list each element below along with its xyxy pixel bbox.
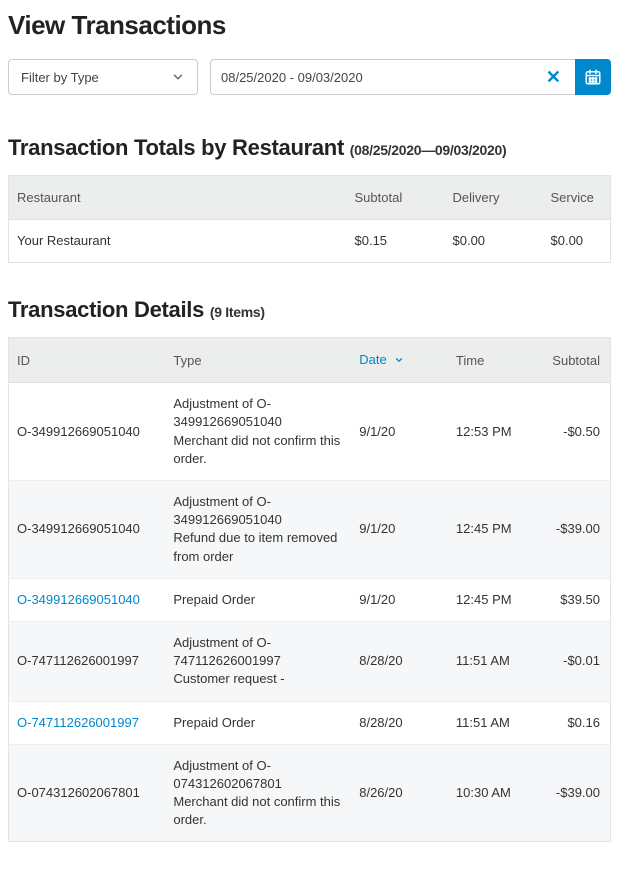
cell-type: Adjustment of O-349912669051040 Refund d… — [165, 481, 351, 579]
table-row: O-349912669051040Adjustment of O-3499126… — [9, 383, 611, 481]
cell-date: 8/26/20 — [351, 744, 448, 842]
cell-type: Prepaid Order — [165, 701, 351, 744]
cell-type: Prepaid Order — [165, 578, 351, 621]
calendar-button[interactable] — [575, 59, 611, 95]
col-restaurant: Restaurant — [9, 176, 347, 220]
totals-table: Restaurant Subtotal Delivery Service You… — [8, 175, 611, 263]
filter-type-label: Filter by Type — [21, 70, 99, 85]
cell-id: O-747112626001997 — [9, 701, 166, 744]
page-title: View Transactions — [8, 10, 611, 41]
cell-date: 9/1/20 — [351, 578, 448, 621]
sort-desc-icon — [394, 353, 404, 368]
calendar-icon — [584, 68, 602, 86]
filter-type-select[interactable]: Filter by Type — [8, 59, 198, 95]
filter-row: Filter by Type ✕ — [8, 59, 611, 95]
clear-date-icon[interactable]: ✕ — [542, 68, 565, 86]
cell-subtotal: -$39.00 — [544, 744, 610, 842]
cell-id: O-349912669051040 — [9, 383, 166, 481]
col-delivery: Delivery — [445, 176, 543, 220]
cell-time: 11:51 AM — [448, 701, 544, 744]
cell-subtotal: $0.15 — [347, 220, 445, 263]
cell-subtotal: -$0.01 — [544, 621, 610, 701]
cell-date: 9/1/20 — [351, 481, 448, 579]
cell-date: 8/28/20 — [351, 701, 448, 744]
cell-time: 12:45 PM — [448, 578, 544, 621]
totals-heading-text: Transaction Totals by Restaurant — [8, 135, 344, 160]
order-link[interactable]: O-349912669051040 — [17, 592, 140, 607]
date-range-group: ✕ — [210, 59, 611, 95]
chevron-down-icon — [171, 70, 185, 84]
cell-subtotal: -$39.00 — [544, 481, 610, 579]
table-row: O-747112626001997 Prepaid Order8/28/2011:… — [9, 701, 611, 744]
col-date-label: Date — [359, 352, 386, 367]
cell-date: 9/1/20 — [351, 383, 448, 481]
col-subtotal: Subtotal — [347, 176, 445, 220]
totals-range: (08/25/2020—09/03/2020) — [350, 142, 507, 158]
cell-id: O-349912669051040 — [9, 578, 166, 621]
table-row: O-074312602067801Adjustment of O-0743126… — [9, 744, 611, 842]
col-service: Service — [543, 176, 611, 220]
cell-type: Adjustment of O-349912669051040 Merchant… — [165, 383, 351, 481]
table-row: O-349912669051040 Prepaid Order9/1/2012:4… — [9, 578, 611, 621]
details-table: ID Type Date Time Subtotal O-34991266905… — [8, 337, 611, 842]
cell-type: Adjustment of O-747112626001997 Customer… — [165, 621, 351, 701]
date-range-input-wrap: ✕ — [210, 59, 575, 95]
cell-id: O-349912669051040 — [9, 481, 166, 579]
cell-time: 12:53 PM — [448, 383, 544, 481]
cell-date: 8/28/20 — [351, 621, 448, 701]
date-range-input[interactable] — [221, 70, 542, 85]
cell-time: 10:30 AM — [448, 744, 544, 842]
details-count: (9 Items) — [210, 304, 265, 320]
table-row: Your Restaurant$0.15$0.00$0.00 — [9, 220, 611, 263]
col-date[interactable]: Date — [351, 338, 448, 383]
cell-id: O-747112626001997 — [9, 621, 166, 701]
table-row: O-349912669051040Adjustment of O-3499126… — [9, 481, 611, 579]
cell-delivery: $0.00 — [445, 220, 543, 263]
cell-time: 11:51 AM — [448, 621, 544, 701]
table-row: O-747112626001997Adjustment of O-7471126… — [9, 621, 611, 701]
totals-heading: Transaction Totals by Restaurant (08/25/… — [8, 135, 611, 161]
cell-subtotal: -$0.50 — [544, 383, 610, 481]
cell-restaurant: Your Restaurant — [9, 220, 347, 263]
cell-id: O-074312602067801 — [9, 744, 166, 842]
cell-subtotal: $0.16 — [544, 701, 610, 744]
details-heading-text: Transaction Details — [8, 297, 204, 322]
col-time: Time — [448, 338, 544, 383]
cell-type: Adjustment of O-074312602067801 Merchant… — [165, 744, 351, 842]
order-link[interactable]: O-747112626001997 — [17, 715, 139, 730]
details-heading: Transaction Details (9 Items) — [8, 297, 611, 323]
cell-service: $0.00 — [543, 220, 611, 263]
cell-time: 12:45 PM — [448, 481, 544, 579]
col-id: ID — [9, 338, 166, 383]
col-type: Type — [165, 338, 351, 383]
cell-subtotal: $39.50 — [544, 578, 610, 621]
col-subtotal: Subtotal — [544, 338, 610, 383]
